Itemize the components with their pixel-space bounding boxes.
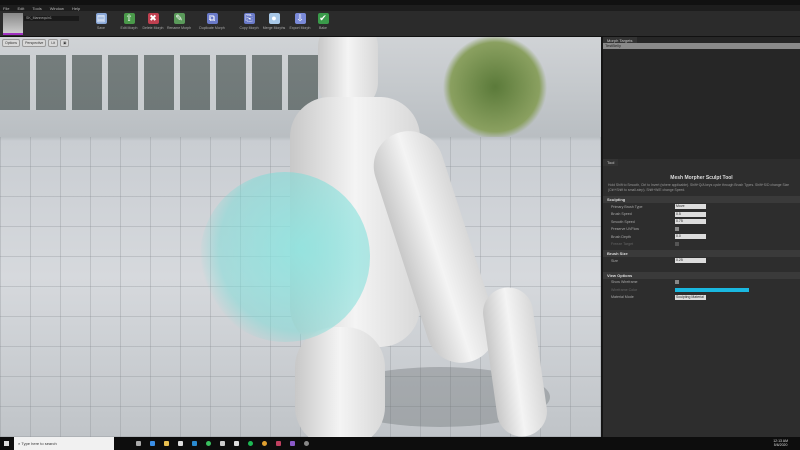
right-panel: Morph Targets TestBelly Tool Mesh Morphe… (603, 37, 800, 437)
button-label: Rename Morph (166, 26, 192, 30)
brush-sphere (200, 172, 370, 342)
edit-morph-icon: ⇧ (123, 13, 135, 24)
smooth-speed-input[interactable]: 0.75 (675, 219, 706, 225)
label: Wireframe Color (611, 287, 638, 292)
rename-morph-icon: ✎ (173, 13, 185, 24)
merge-morphs-icon: ● (268, 13, 280, 24)
label: Smooth Speed (611, 219, 635, 224)
app-icon[interactable] (234, 441, 239, 446)
toolbar: SK_Mannequin1 ▤ Save ⇧ Edit Morph ✖ Delete Mo… (0, 11, 800, 37)
asset-thumbnail[interactable] (3, 13, 23, 35)
menu-tools[interactable]: Tools (32, 6, 41, 11)
show-button[interactable]: ▣ (60, 39, 70, 47)
store-icon[interactable] (178, 441, 183, 446)
mannequin-legs (295, 327, 385, 437)
label: Brush Depth (611, 234, 631, 239)
size-input[interactable]: 0.25 (675, 258, 706, 264)
asset-selector[interactable]: SK_Mannequin1 (24, 16, 79, 21)
save-icon: ▤ (95, 13, 107, 24)
label: Show Wireframe (611, 280, 638, 285)
freeze-target-checkbox[interactable] (675, 242, 679, 247)
bake-icon: ✔ (317, 13, 329, 24)
menu-edit[interactable]: Edit (17, 6, 24, 11)
options-button[interactable]: Options (2, 39, 21, 47)
visual-studio-icon[interactable] (290, 441, 295, 446)
label: Primary Brush Type (611, 204, 643, 209)
label: Freeze Target (611, 242, 634, 247)
brush-depth-input[interactable]: 0.0 (675, 234, 706, 240)
windows-start-icon[interactable] (4, 441, 9, 446)
unreal-icon[interactable] (304, 441, 309, 446)
material-mode-select[interactable]: Sculpting Material (675, 294, 706, 300)
whatsapp-icon[interactable] (206, 441, 211, 446)
task-view-icon[interactable] (136, 441, 141, 446)
taskbar: ⌕ Type here to search 12:13 AM 5/6/2020 (0, 437, 800, 450)
search-placeholder: Type here to search (21, 441, 57, 446)
button-label: Bake (319, 26, 327, 30)
section-view-options[interactable]: View Options (603, 271, 800, 279)
tab-tool[interactable]: Tool (603, 159, 619, 166)
taskbar-search[interactable]: ⌕ Type here to search (14, 437, 114, 450)
app-icon-2[interactable] (276, 441, 281, 446)
mail-icon[interactable] (192, 441, 197, 446)
wireframe-color-swatch[interactable] (675, 287, 749, 292)
section-sculpting[interactable]: Sculpting (603, 196, 800, 203)
label: Size (611, 258, 618, 263)
tool-panel: Tool Mesh Morpher Sculpt Tool Hold Shift… (603, 159, 800, 437)
label: Brush Speed (611, 212, 632, 217)
export-morph-icon: ⇩ (294, 13, 306, 24)
viewport-toolbar: Options Perspective Lit ▣ (2, 39, 70, 47)
edge-icon[interactable] (150, 441, 155, 446)
duplicate-morph-button[interactable]: ⧉ Duplicate Morph (196, 13, 228, 30)
button-label: Duplicate Morph (199, 26, 225, 30)
menu-file[interactable]: File (3, 6, 9, 11)
background-tree (440, 37, 550, 137)
menu-window[interactable]: Window (50, 6, 64, 11)
viewport[interactable]: Options Perspective Lit ▣ (0, 37, 601, 437)
section-brush-size[interactable]: Brush Size (603, 250, 800, 257)
clock[interactable]: 12:13 AM 5/6/2020 (773, 439, 788, 447)
perspective-button[interactable]: Perspective (22, 39, 47, 47)
chrome-icon[interactable] (262, 441, 267, 446)
bake-button[interactable]: ✔ Bake (307, 13, 339, 30)
label: Preserve UVFlow (611, 227, 639, 232)
primary-brush-type-select[interactable]: Move (675, 204, 706, 210)
duplicate-morph-icon: ⧉ (206, 13, 218, 24)
background-windows (0, 55, 360, 110)
morph-target-item[interactable]: TestBelly (603, 43, 800, 49)
show-wireframe-checkbox[interactable] (675, 280, 679, 285)
menu-help[interactable]: Help (72, 6, 80, 11)
preserve-uvflow-checkbox[interactable] (675, 227, 679, 232)
date: 5/6/2020 (773, 443, 788, 447)
spotify-icon[interactable] (248, 441, 253, 446)
delete-morph-icon: ✖ (147, 13, 159, 24)
calculator-icon[interactable] (220, 441, 225, 446)
label: Material Mode (611, 295, 634, 300)
rename-morph-button[interactable]: ✎ Rename Morph (163, 13, 195, 30)
brush-speed-input[interactable]: 0.5 (675, 211, 706, 217)
copy-morph-icon: ⎘ (243, 13, 255, 24)
lit-button[interactable]: Lit (48, 39, 59, 47)
tool-help-text: Hold Shift to Smooth, Ctrl to Invert (wh… (608, 183, 790, 192)
file-explorer-icon[interactable] (164, 441, 169, 446)
